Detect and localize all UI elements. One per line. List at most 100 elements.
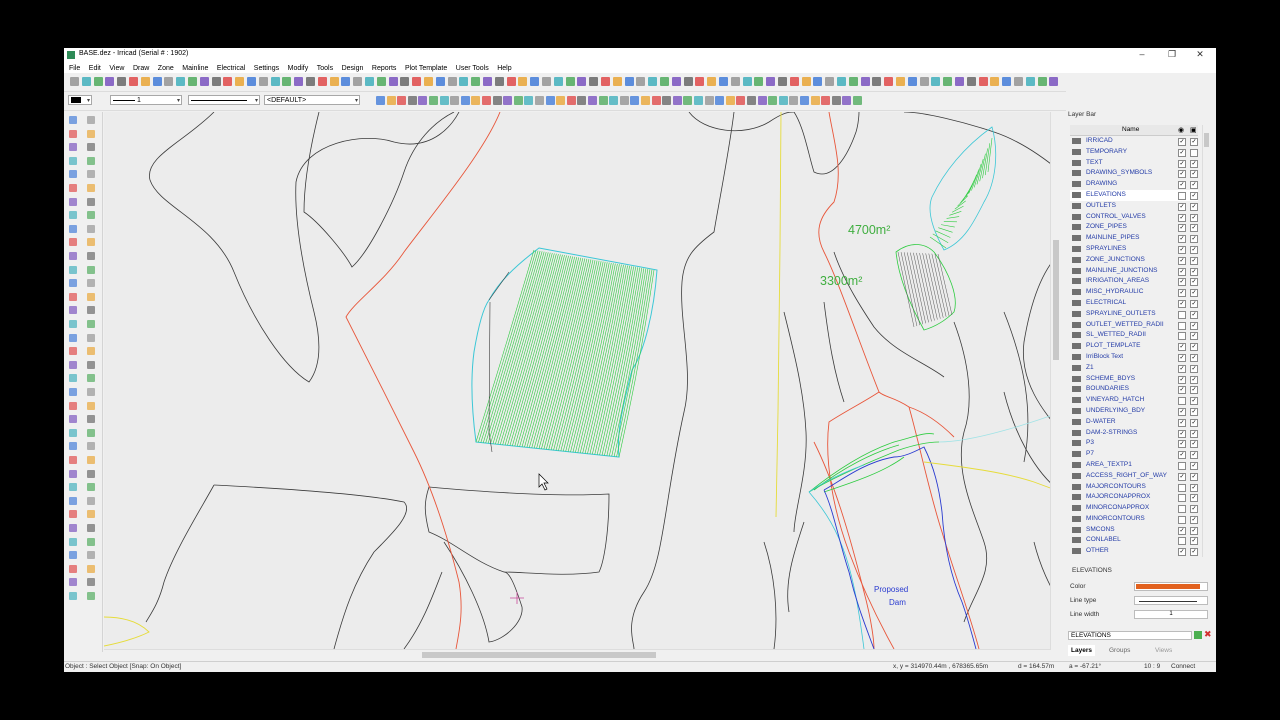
draw-tool-icon[interactable]	[535, 96, 544, 105]
toolbar-tool-icon[interactable]	[848, 77, 858, 86]
layer-lock-checkbox[interactable]	[1190, 148, 1198, 157]
left-tool-icon[interactable]	[87, 224, 95, 233]
layer-row[interactable]: UNDERLYING_BDY ✓ ✓	[1070, 406, 1198, 417]
left-tool-icon[interactable]	[87, 360, 95, 369]
toolbar-tool-icon[interactable]	[695, 77, 705, 86]
draw-tool-icon[interactable]	[503, 96, 513, 105]
left-tool-icon[interactable]	[87, 116, 95, 124]
layer-row[interactable]: SMCONS ✓ ✓	[1070, 525, 1198, 536]
layer-row[interactable]: DAM-2-STRINGS ✓ ✓	[1070, 428, 1198, 439]
toolbar-tool-icon[interactable]	[1002, 77, 1012, 86]
toolbar-tool-icon[interactable]	[754, 77, 764, 86]
draw-tool-icon[interactable]	[513, 96, 523, 105]
layer-row[interactable]: DRAWING_SYMBOLS ✓ ✓	[1070, 168, 1198, 179]
layer-lock-checkbox[interactable]: ✓	[1190, 386, 1198, 395]
left-tool-icon[interactable]	[87, 143, 95, 152]
left-tool-icon[interactable]	[87, 428, 95, 437]
left-tool-icon[interactable]	[87, 469, 95, 478]
layer-visible-checkbox[interactable]: ✓	[1178, 181, 1186, 190]
layer-lock-checkbox[interactable]: ✓	[1190, 213, 1198, 222]
toolbar-tool-icon[interactable]	[577, 77, 587, 86]
toolbar-tool-icon[interactable]	[471, 77, 481, 86]
area-label-4700[interactable]: 4700m²	[848, 223, 890, 237]
layer-visible-checkbox[interactable]	[1178, 191, 1186, 200]
layer-lock-checkbox[interactable]: ✓	[1190, 159, 1198, 168]
menu-view[interactable]: View	[106, 64, 127, 72]
menu-settings[interactable]: Settings	[251, 64, 282, 72]
color-picker[interactable]	[1134, 582, 1208, 591]
toolbar-tool-icon[interactable]	[978, 77, 988, 86]
toolbar-tool-icon[interactable]	[624, 77, 634, 86]
layer-visible-checkbox[interactable]	[1178, 515, 1186, 524]
toolbar-tool-icon[interactable]	[542, 77, 551, 86]
left-tool-icon[interactable]	[69, 306, 77, 315]
layer-visible-checkbox[interactable]: ✓	[1178, 267, 1186, 276]
draw-tool-icon[interactable]	[641, 96, 650, 105]
layer-visible-checkbox[interactable]: ✓	[1178, 451, 1186, 460]
toolbar-tool-icon[interactable]	[589, 77, 599, 86]
layer-visible-checkbox[interactable]: ✓	[1178, 407, 1186, 416]
toolbar-tool-icon[interactable]	[565, 77, 575, 86]
layer-list-scrollbar[interactable]	[1202, 125, 1210, 557]
draw-tool-icon[interactable]	[736, 96, 746, 105]
layer-row[interactable]: ACCESS_RIGHT_OF_WAY ✓ ✓	[1070, 471, 1198, 482]
layer-lock-checkbox[interactable]: ✓	[1190, 278, 1198, 287]
left-tool-icon[interactable]	[87, 279, 95, 288]
toolbar-tool-icon[interactable]	[837, 77, 846, 86]
menu-file[interactable]: File	[66, 64, 83, 72]
left-tool-icon[interactable]	[69, 551, 77, 560]
toolbar-tool-icon[interactable]	[353, 77, 363, 86]
left-tool-icon[interactable]	[87, 211, 95, 220]
layer-row[interactable]: MISC_HYDRAULIC ✓ ✓	[1070, 287, 1198, 298]
toolbar-tool-icon[interactable]	[459, 77, 469, 86]
layer-row[interactable]: IRRIGATION_AREAS ✓ ✓	[1070, 276, 1198, 287]
toolbar-tool-icon[interactable]	[140, 77, 150, 86]
left-tool-icon[interactable]	[87, 238, 95, 247]
left-tool-icon[interactable]	[87, 551, 95, 560]
toolbar-tool-icon[interactable]	[943, 77, 953, 86]
toolbar-tool-icon[interactable]	[1025, 77, 1035, 86]
layer-lock-checkbox[interactable]: ✓	[1190, 364, 1198, 373]
draw-tool-icon[interactable]	[842, 96, 852, 105]
toolbar-tool-icon[interactable]	[388, 77, 398, 86]
layer-row[interactable]: SCHEME_BDYS ✓ ✓	[1070, 374, 1198, 385]
toolbar-tool-icon[interactable]	[530, 77, 540, 86]
layer-row[interactable]: MAJORCONAPPROX ✓	[1070, 492, 1198, 503]
tab-layers[interactable]: Layers	[1068, 645, 1095, 656]
toolbar-tool-icon[interactable]	[907, 77, 917, 86]
toolbar-tool-icon[interactable]	[317, 77, 327, 86]
draw-tool-icon[interactable]	[831, 96, 841, 105]
left-tool-icon[interactable]	[69, 279, 77, 288]
color-combo[interactable]: ▾	[68, 95, 92, 105]
left-tool-icon[interactable]	[69, 483, 77, 492]
toolbar-tool-icon[interactable]	[258, 77, 268, 86]
menu-plot-template[interactable]: Plot Template	[402, 64, 450, 72]
toolbar-tool-icon[interactable]	[671, 77, 681, 86]
toolbar-tool-icon[interactable]	[199, 77, 209, 86]
layer-row[interactable]: VINEYARD_HATCH ✓	[1070, 395, 1198, 406]
drawing-svg[interactable]: 4700m² 3300m² Proposed Dam	[104, 112, 1061, 649]
toolbar-tool-icon[interactable]	[211, 77, 221, 86]
layer-lock-checkbox[interactable]: ✓	[1190, 170, 1198, 179]
lock-icon[interactable]: ▣	[1190, 126, 1197, 134]
layer-row[interactable]: OUTLET_WETTED_RADII ✓	[1070, 320, 1198, 331]
left-tool-icon[interactable]	[69, 320, 77, 328]
add-layer-icon[interactable]	[1194, 631, 1202, 639]
left-tool-icon[interactable]	[69, 564, 77, 573]
left-tool-icon[interactable]	[87, 129, 95, 138]
layer-row[interactable]: CONTROL_VALVES ✓ ✓	[1070, 212, 1198, 223]
draw-tool-icon[interactable]	[439, 96, 449, 105]
layer-lock-checkbox[interactable]: ✓	[1190, 353, 1198, 362]
layer-visible-checkbox[interactable]: ✓	[1178, 159, 1186, 168]
layer-visible-checkbox[interactable]: ✓	[1178, 278, 1186, 287]
toolbar-tool-icon[interactable]	[506, 77, 516, 86]
area-label-3300[interactable]: 3300m²	[820, 274, 862, 288]
line-type-combo[interactable]: ▾	[188, 95, 260, 105]
toolbar-tool-icon[interactable]	[990, 77, 1000, 86]
layer-lock-checkbox[interactable]: ✓	[1190, 472, 1198, 481]
irrigation-area-center[interactable]	[471, 247, 658, 458]
draw-tool-icon[interactable]	[609, 96, 619, 105]
toolbar-tool-icon[interactable]	[553, 77, 563, 86]
layer-visible-checkbox[interactable]: ✓	[1178, 202, 1186, 211]
layer-row[interactable]: TEXT ✓ ✓	[1070, 158, 1198, 169]
